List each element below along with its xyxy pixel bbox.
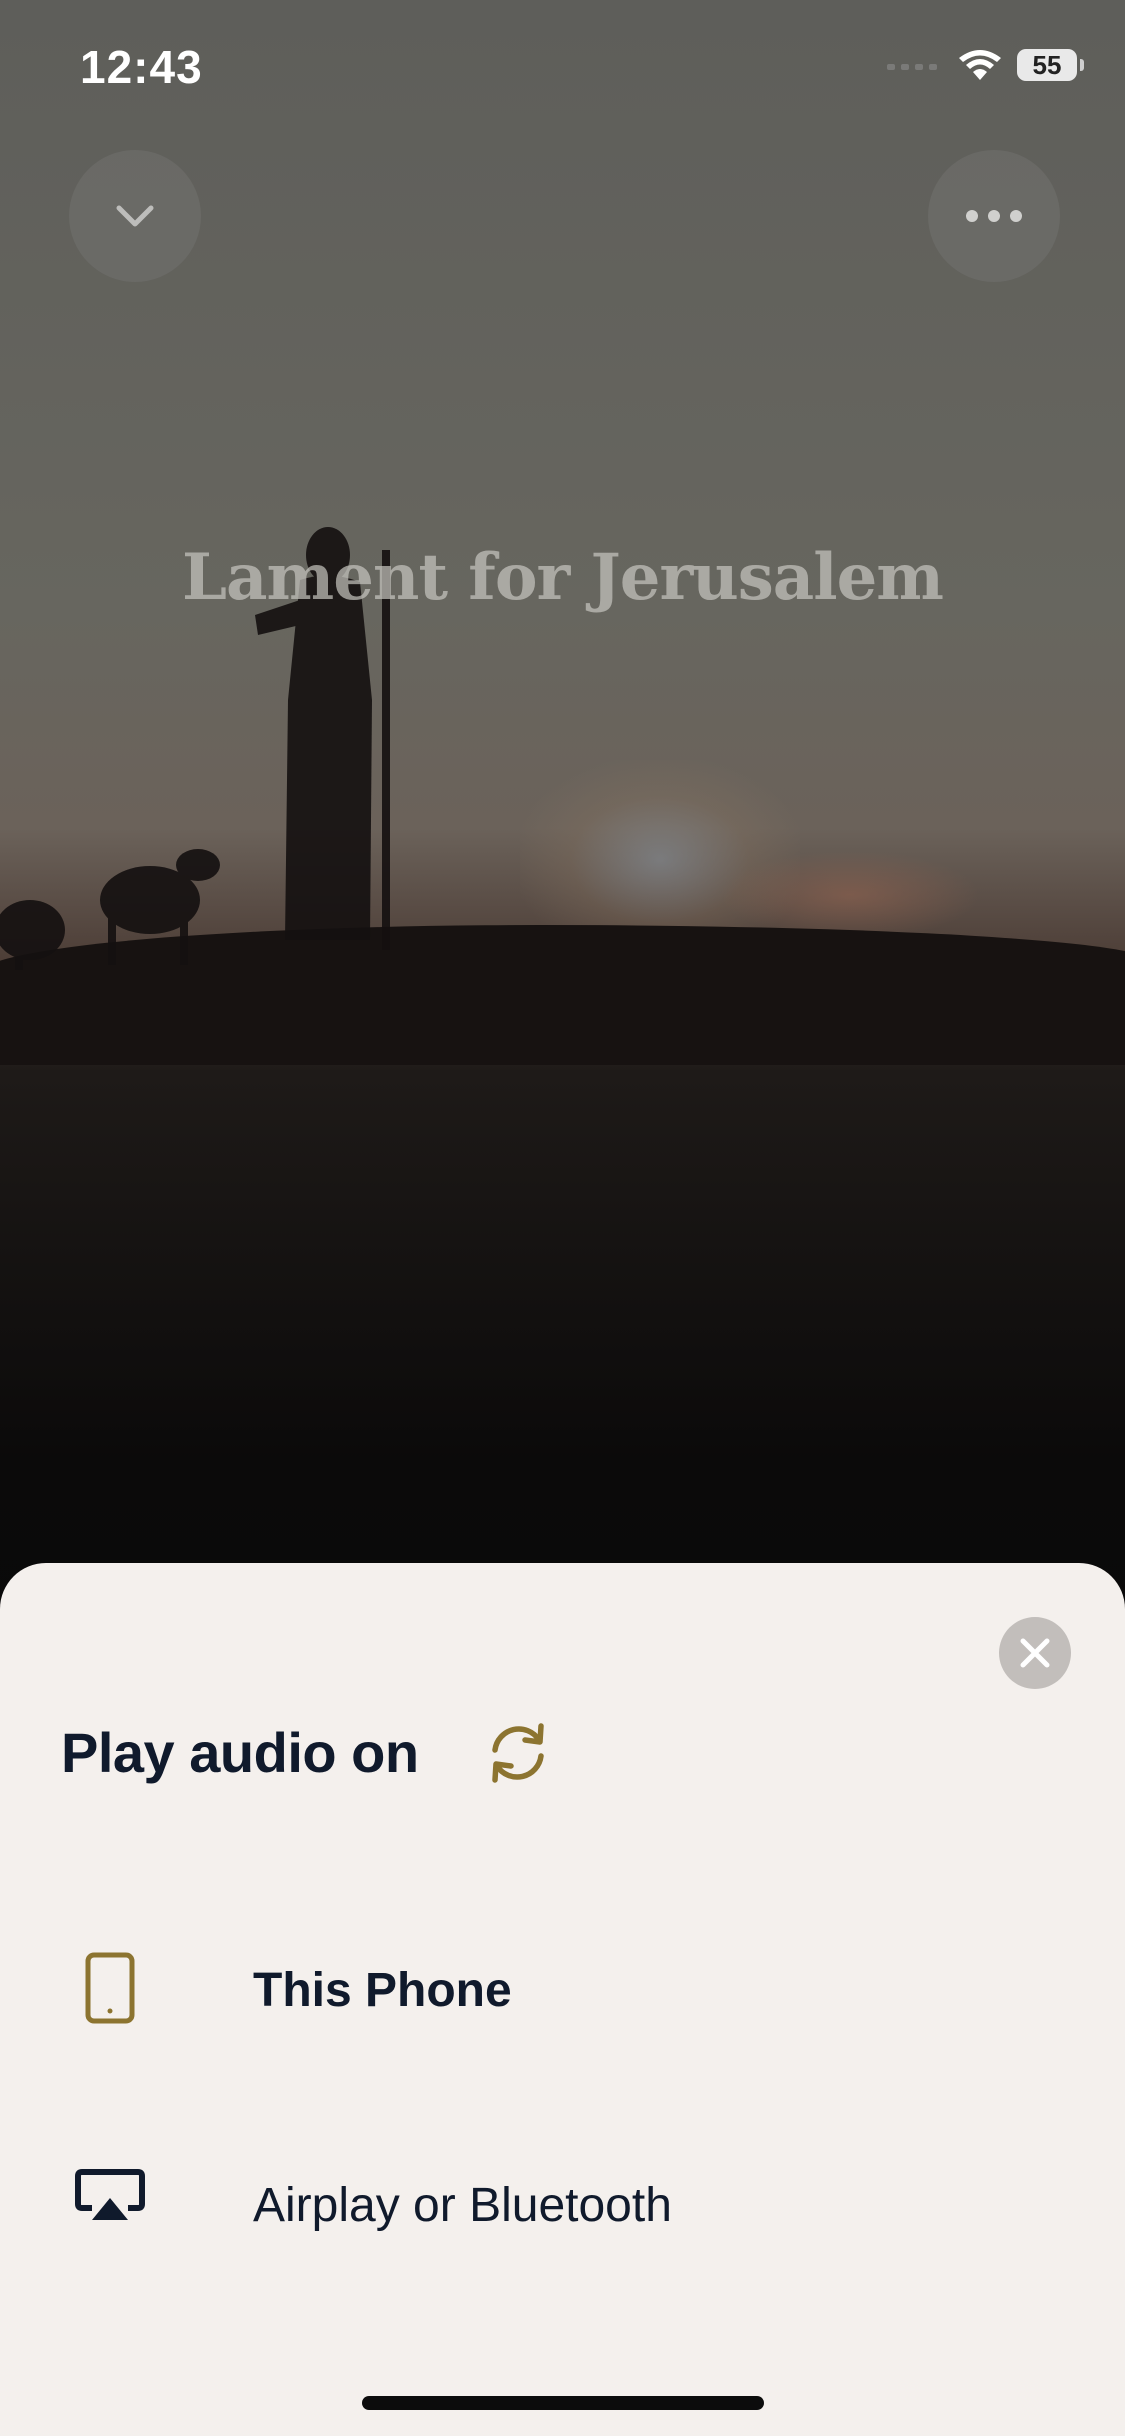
chevron-down-icon <box>116 205 154 227</box>
refresh-icon[interactable] <box>483 1718 553 1788</box>
option-this-phone[interactable]: This Phone <box>0 1935 1125 2065</box>
option-label: Airplay or Bluetooth <box>253 2179 672 2232</box>
status-icons: 55 <box>887 48 1084 82</box>
phone-icon <box>85 1952 135 2024</box>
airplay-icon <box>75 2169 145 2220</box>
sheet-title: Play audio on <box>61 1721 419 1784</box>
status-time: 12:43 <box>80 41 203 93</box>
collapse-button[interactable] <box>69 150 201 282</box>
wifi-icon <box>959 50 1001 80</box>
more-options-button[interactable] <box>928 150 1060 282</box>
episode-title: Lament for Jerusalem <box>182 540 944 615</box>
home-indicator[interactable] <box>362 2396 764 2410</box>
status-bar: 12:43 55 <box>0 0 1125 140</box>
close-icon <box>1020 1638 1050 1668</box>
option-airplay-bluetooth[interactable]: Airplay or Bluetooth <box>0 2150 1125 2280</box>
option-label: This Phone <box>253 1964 512 2017</box>
battery-indicator: 55 <box>1017 49 1084 81</box>
signal-icon <box>887 64 937 70</box>
close-button[interactable] <box>999 1617 1071 1689</box>
ellipsis-icon <box>966 210 1022 222</box>
